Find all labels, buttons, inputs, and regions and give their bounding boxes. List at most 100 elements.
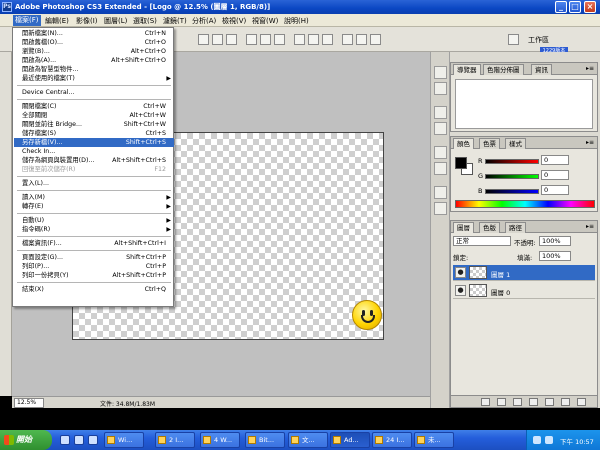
file-menu-item[interactable]: 結束(X) Ctrl+Q [14,285,174,294]
color-spectrum[interactable] [455,200,595,208]
layer-row[interactable]: ● 圖層 1 [453,265,595,281]
tray-icon[interactable] [545,436,553,444]
fill-field[interactable]: 100% [539,251,571,261]
align-icon[interactable] [212,34,223,45]
file-menu-item[interactable]: 置入(L)... [14,179,174,188]
maximize-button[interactable]: □ [569,1,581,13]
menu-item[interactable]: 檢視(V) [222,16,246,26]
file-menu-item[interactable]: 最近使用的檔案(T) ▶ [14,74,174,83]
menu-item[interactable]: 說明(H) [284,16,309,26]
file-menu-item[interactable]: 瀏覽(B)... Alt+Ctrl+O [14,47,174,56]
taskbar-button[interactable]: Bit... [245,432,285,448]
quick-launch-icon[interactable] [60,435,70,445]
file-menu-item[interactable]: 頁面設定(G)... Shift+Ctrl+P [14,253,174,262]
taskbar-button[interactable]: 文... [288,432,328,448]
zoom-field[interactable]: 12.5% [14,398,44,408]
taskbar-button[interactable]: 4 W... [200,432,240,448]
file-menu-item[interactable]: 轉存(E) ▶ [14,202,174,211]
red-slider[interactable] [485,159,539,164]
start-button[interactable]: 開始 [0,430,52,450]
file-menu-item[interactable]: 儲存檔案(S) Ctrl+S [14,129,174,138]
dock-icon[interactable] [434,202,447,215]
tab-paths[interactable]: 路徑 [505,222,526,233]
new-layer-icon[interactable] [561,398,570,406]
align-icon[interactable] [246,34,257,45]
file-menu-item[interactable]: 開啟舊檔(O)... Ctrl+O [14,38,174,47]
file-menu-item[interactable]: Device Central... [14,88,174,97]
eye-icon[interactable]: ● [455,267,466,278]
panel-menu-icon[interactable]: ▸≡ [586,223,594,230]
taskbar-button[interactable]: Ad... [330,432,370,448]
menu-item[interactable]: 圖層(L) [104,16,127,26]
blue-slider[interactable] [485,189,539,194]
bridge-icon[interactable] [508,34,519,45]
minimize-button[interactable]: _ [555,1,567,13]
new-group-icon[interactable] [545,398,554,406]
file-menu-item[interactable]: 指令碼(R) ▶ [14,225,174,234]
eye-icon[interactable]: ● [455,285,466,296]
file-menu-item[interactable]: 開啟為智慧型物件... [14,65,174,74]
file-menu-item[interactable]: 關閉檔案(C) Ctrl+W [14,102,174,111]
tab-navigator[interactable]: 導覽器 [453,64,481,75]
taskbar-button[interactable]: 2 I... [155,432,195,448]
dock-icon[interactable] [434,186,447,199]
layer-mask-icon[interactable] [513,398,522,406]
distribute-icon[interactable] [308,34,319,45]
distribute-icon[interactable] [322,34,333,45]
foreground-color-swatch[interactable] [455,157,467,169]
file-menu-item[interactable]: 列印(P)... Ctrl+P [14,262,174,271]
file-menu-item[interactable]: 另存新檔(V)... Shift+Ctrl+S [14,138,174,147]
taskbar-button[interactable]: 未... [414,432,454,448]
dock-icon[interactable] [434,162,447,175]
green-value-field[interactable]: 0 [541,170,569,180]
link-layers-icon[interactable] [481,398,490,406]
close-button[interactable]: × [584,1,596,13]
file-menu-item[interactable]: 關閉並前往 Bridge... Shift+Ctrl+W [14,120,174,129]
tab-layers[interactable]: 圖層 [453,222,474,233]
tab-channels[interactable]: 色版 [479,222,500,233]
quick-launch-icon[interactable] [74,435,84,445]
file-menu-item[interactable]: 自動(U) ▶ [14,216,174,225]
distribute-icon[interactable] [370,34,381,45]
blend-mode-select[interactable]: 正常 [453,236,511,246]
panel-menu-icon[interactable]: ▸≡ [586,65,594,72]
opacity-field[interactable]: 100% [539,236,571,246]
dock-icon[interactable] [434,122,447,135]
green-slider[interactable] [485,174,539,179]
adjustment-layer-icon[interactable] [529,398,538,406]
align-icon[interactable] [226,34,237,45]
dock-icon[interactable] [434,66,447,79]
menu-item[interactable]: 分析(A) [192,16,216,26]
tab-swatches[interactable]: 色票 [479,138,500,149]
align-icon[interactable] [260,34,271,45]
red-value-field[interactable]: 0 [541,155,569,165]
trash-icon[interactable] [577,398,586,406]
menu-item[interactable]: 影像(I) [76,16,98,26]
tab-color[interactable]: 顏色 [453,138,474,149]
layer-style-icon[interactable] [497,398,506,406]
file-menu-item[interactable]: 開啟為(A)... Alt+Shift+Ctrl+O [14,56,174,65]
distribute-icon[interactable] [342,34,353,45]
panel-menu-icon[interactable]: ▸≡ [586,139,594,146]
blue-value-field[interactable]: 0 [541,185,569,195]
taskbar-button[interactable]: Wi... [104,432,144,448]
menu-item[interactable]: 選取(S) [133,16,157,26]
tray-icon[interactable] [533,436,541,444]
file-menu-item[interactable]: 列印一份拷貝(Y) Alt+Shift+Ctrl+P [14,271,174,280]
file-menu-item[interactable]: 開新檔案(N)... Ctrl+N [14,29,174,38]
menu-item[interactable]: 視窗(W) [252,16,278,26]
menu-item[interactable]: 濾鏡(T) [163,16,187,26]
tab-info[interactable]: 資訊 [531,64,552,75]
tab-histogram[interactable]: 色階分佈圖 [483,64,524,75]
layer-row[interactable]: ● 圖層 0 [453,283,595,299]
navigator-preview[interactable] [455,79,593,129]
dock-icon[interactable] [434,146,447,159]
file-menu-item[interactable]: 檔案資訊(F)... Alt+Shift+Ctrl+I [14,239,174,248]
file-menu-item[interactable]: 全部關閉 Alt+Ctrl+W [14,111,174,120]
file-menu-item[interactable]: Check In... [14,147,174,156]
menu-item[interactable]: 編輯(E) [45,16,69,26]
distribute-icon[interactable] [356,34,367,45]
distribute-icon[interactable] [294,34,305,45]
menu-item[interactable]: 檔案(F) [13,15,41,26]
file-menu-item[interactable]: 讀入(M) ▶ [14,193,174,202]
